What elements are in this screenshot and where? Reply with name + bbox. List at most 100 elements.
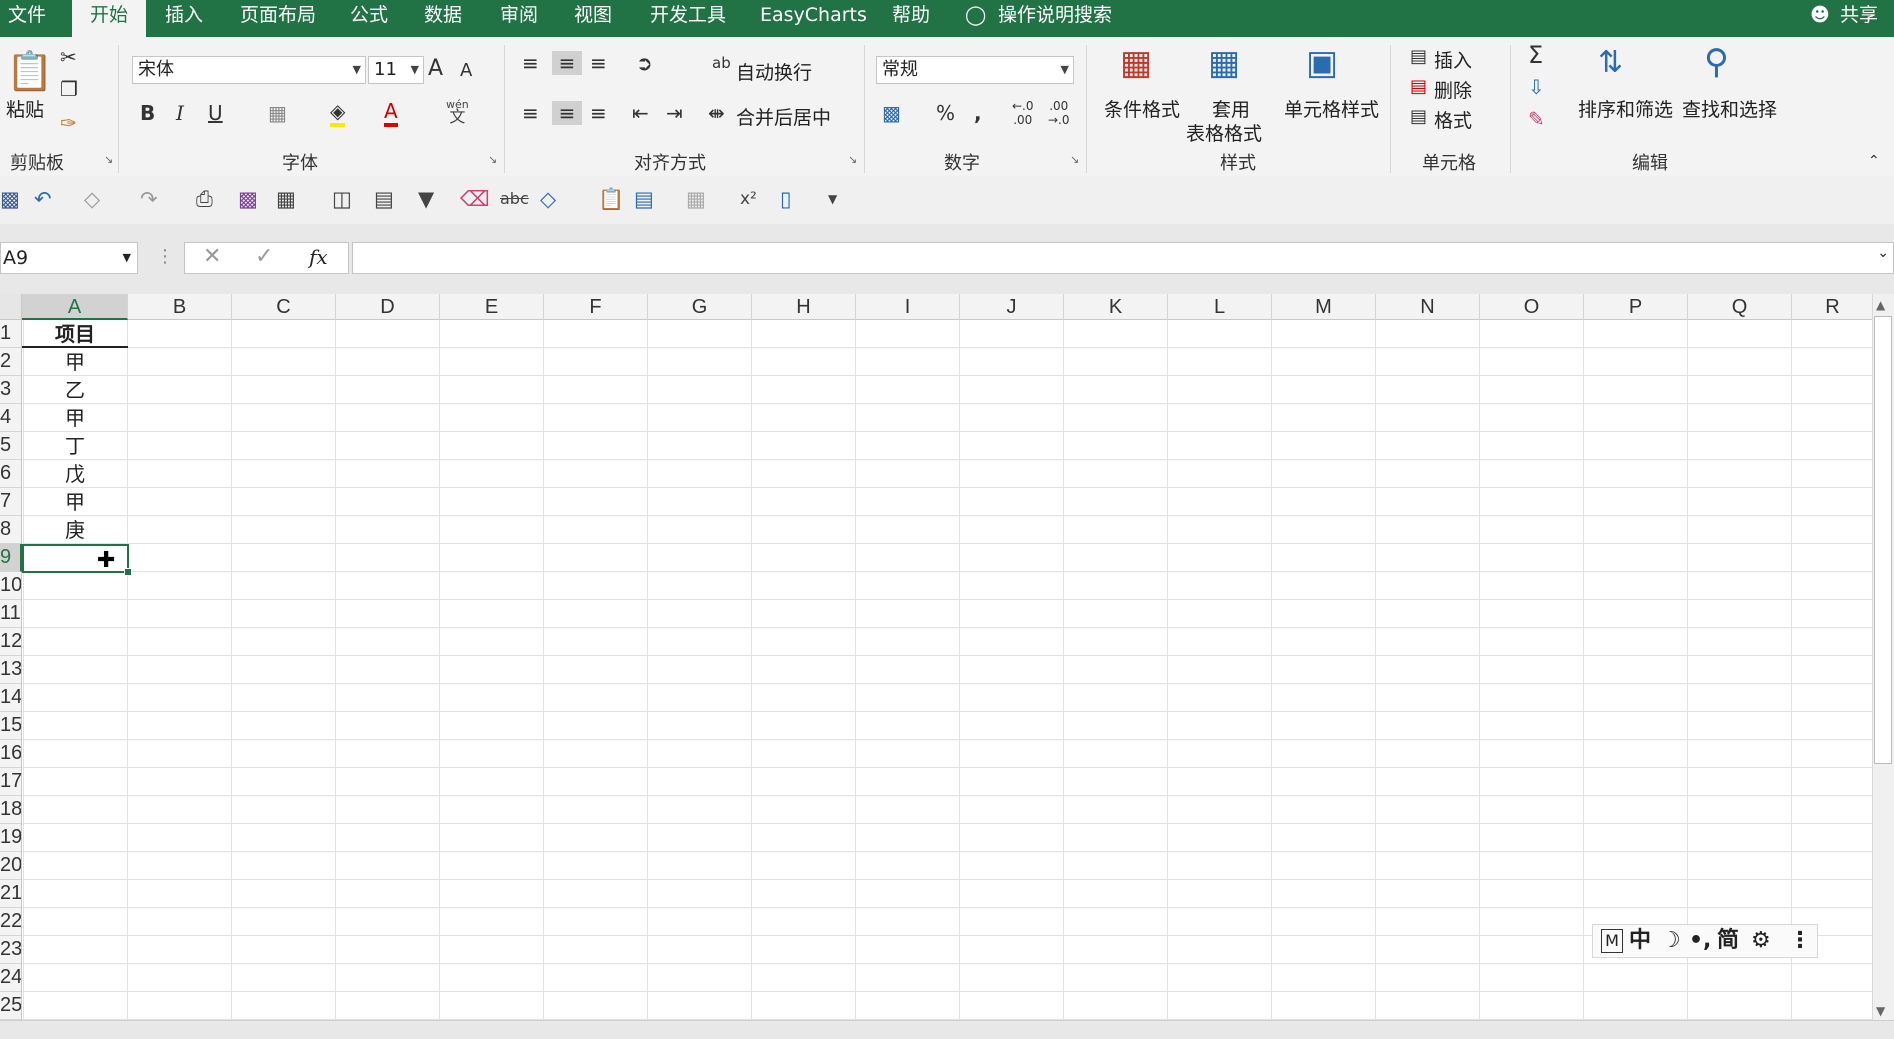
strikethrough-icon[interactable]: abc [500,186,529,212]
ime-settings-icon[interactable]: ⚙ [1751,925,1771,957]
number-format-select[interactable]: 常规 ▼ [876,56,1074,84]
accounting-icon[interactable]: ▩ [882,101,901,125]
font-color-icon[interactable]: A [384,99,398,127]
row-header[interactable]: 19 [0,824,22,852]
share-icon[interactable]: ☻ [1810,0,1830,37]
comma-button[interactable]: , [974,101,982,125]
ime-mode-button[interactable]: 中 [1629,925,1651,957]
undo-icon[interactable]: ↶ [34,186,52,212]
column-header[interactable]: D [336,294,440,320]
menu-review[interactable]: 审阅 [500,0,538,37]
row-header[interactable]: 6 [0,460,22,488]
row-header[interactable]: 9 [0,544,22,572]
format-cells-icon[interactable]: ▤ [1410,105,1427,129]
camera-icon[interactable]: ◫ [332,186,352,212]
row-header[interactable]: 3 [0,376,22,404]
table-cell[interactable]: 庚 [22,516,128,544]
alignment-launcher-icon[interactable]: ↘ [848,153,857,166]
conditional-format-icon[interactable]: ▦ [1120,43,1152,83]
font-size-select[interactable]: 11 ▼ [368,56,424,84]
row-header[interactable]: 24 [0,964,22,992]
find-select-button[interactable]: 查找和选择 [1682,95,1777,122]
row-header[interactable]: 16 [0,740,22,768]
row-header[interactable]: 10 [0,572,22,600]
save-as-icon[interactable]: ▩ [238,186,258,212]
redo-icon[interactable]: ↷ [140,186,158,212]
italic-button[interactable]: I [176,101,184,125]
row-header[interactable]: 11 [0,600,22,628]
wrap-text-button[interactable]: 自动换行 [736,58,812,85]
column-header[interactable]: A [22,294,128,320]
column-header[interactable]: P [1584,294,1688,320]
grid-icon[interactable]: ▦ [686,186,706,212]
number-launcher-icon[interactable]: ↘ [1070,153,1079,166]
filter-icon[interactable]: ▼ [418,186,434,212]
insert-cells-icon[interactable]: ▤ [1410,45,1427,69]
row-header[interactable]: 20 [0,852,22,880]
autosum-icon[interactable]: Σ [1528,43,1543,67]
paste-special-icon[interactable]: 📋 [598,186,624,212]
cancel-icon[interactable]: ✕ [203,244,221,269]
percent-button[interactable]: % [936,101,955,125]
customize-qat-icon[interactable]: ▼ [828,186,837,212]
insert-cells-button[interactable]: 插入 [1434,46,1472,73]
row-header[interactable]: 18 [0,796,22,824]
chart-icon[interactable]: ▤ [634,186,654,212]
column-header[interactable]: B [128,294,232,320]
enter-icon[interactable]: ✓ [255,244,273,269]
ime-logo-icon[interactable]: M [1601,929,1623,953]
column-header[interactable]: L [1168,294,1272,320]
column-header[interactable]: Q [1688,294,1792,320]
menu-home[interactable]: 开始 [72,0,147,37]
row-header[interactable]: 7 [0,488,22,516]
table-cell[interactable]: 戊 [22,460,128,488]
menu-formulas[interactable]: 公式 [350,0,388,37]
column-header[interactable]: I [856,294,960,320]
menu-view[interactable]: 视图 [574,0,612,37]
phonetic-icon[interactable]: wén 文 [446,99,469,125]
merge-icon[interactable]: ⇼ [708,101,725,125]
font-launcher-icon[interactable]: ↘ [488,153,497,166]
eraser-icon[interactable]: ⌫ [460,186,490,212]
row-header[interactable]: 12 [0,628,22,656]
row-header[interactable]: 2 [0,348,22,376]
cell-styles-button[interactable]: 单元格样式 [1284,95,1379,122]
name-box[interactable]: A9 ▼ [0,242,138,274]
format-as-table-button-line2[interactable]: 表格格式 [1186,119,1262,146]
table-icon[interactable]: ▦ [276,186,296,212]
shape-fill-icon[interactable]: ◇ [540,186,556,212]
paste-icon[interactable]: 📋 [6,47,53,97]
sort-filter-button[interactable]: 排序和筛选 [1578,95,1673,122]
find-select-icon[interactable]: ⚲ [1704,41,1729,83]
comment-icon[interactable]: ▯ [780,186,792,212]
vertical-scroll-thumb[interactable] [1874,316,1892,764]
menu-easycharts[interactable]: EasyCharts [760,0,867,37]
row-header[interactable]: 13 [0,656,22,684]
sort-filter-icon[interactable]: ⇅ [1598,43,1623,83]
ime-moon-icon[interactable]: ☽ [1661,925,1681,957]
column-header[interactable]: G [648,294,752,320]
align-center-icon[interactable]: ≡ [552,101,582,125]
paste-button[interactable]: 粘贴 [6,95,44,122]
table-cell[interactable]: 丁 [22,432,128,460]
column-header[interactable]: F [544,294,648,320]
row-header[interactable]: 22 [0,908,22,936]
column-header[interactable]: O [1480,294,1584,320]
menu-file[interactable]: 文件 [8,0,46,37]
ime-punctuation-icon[interactable]: •, [1689,925,1711,957]
decrease-decimal-icon[interactable]: .00 →.0 [1048,99,1070,127]
menu-insert[interactable]: 插入 [165,0,203,37]
format-cells-button[interactable]: 格式 [1434,106,1472,133]
merge-center-button[interactable]: 合并后居中 [736,103,831,130]
row-header[interactable]: 1 [0,320,22,348]
table-cell[interactable]: 甲 [22,404,128,432]
expand-formula-icon[interactable]: ⌄ [1877,245,1889,261]
column-header[interactable]: C [232,294,336,320]
save-icon[interactable]: ▩ [0,186,20,212]
more-options-icon[interactable]: ⋮ [156,246,174,267]
conditional-format-button[interactable]: 条件格式 [1104,95,1180,122]
fill-color-icon[interactable]: ◈ [330,99,346,127]
wrap-text-icon[interactable]: ab [712,51,731,75]
row-header[interactable]: 8 [0,516,22,544]
format-painter-icon[interactable]: ✑ [60,111,77,135]
